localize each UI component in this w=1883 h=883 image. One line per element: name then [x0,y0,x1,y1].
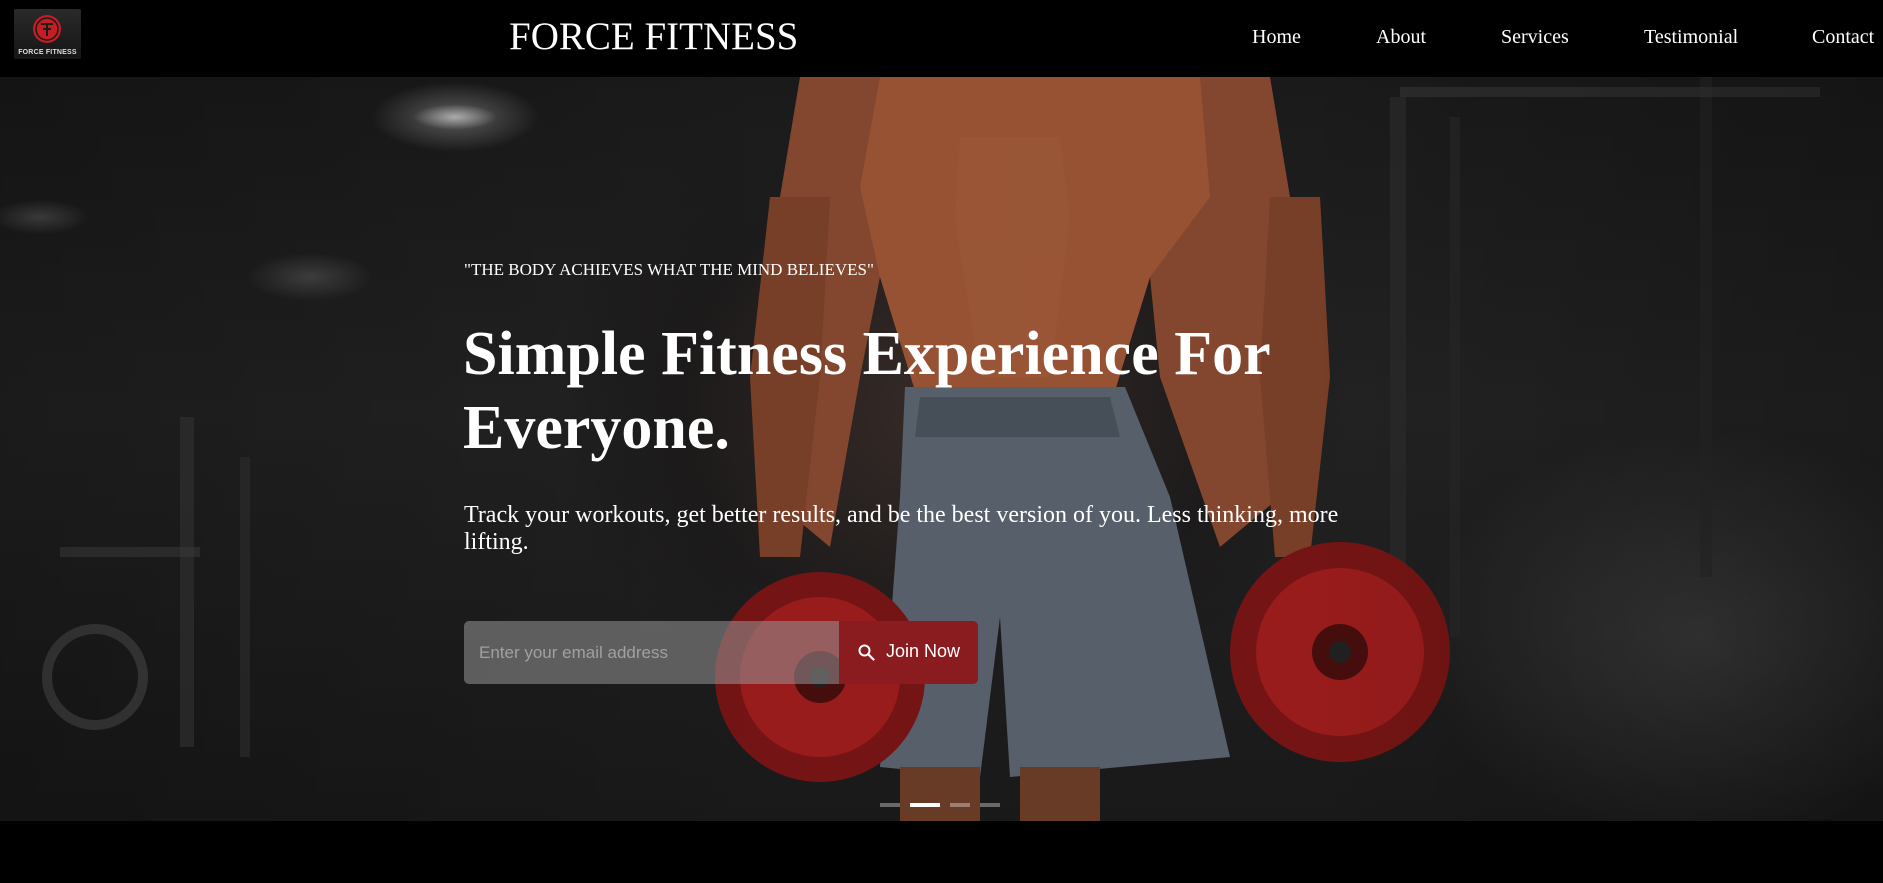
navbar: FORCE FITNESS FORCE FITNESS Home About S… [0,0,1883,77]
join-now-label: Join Now [886,641,961,661]
nav-contact[interactable]: Contact [1812,26,1874,49]
join-now-button[interactable]: Join Now [839,621,978,684]
carousel-indicator-1[interactable] [880,803,900,807]
main-nav: Home About Services Testimonial Contact [0,26,1883,50]
hero-quote: "THE BODY ACHIEVES WHAT THE MIND BELIEVE… [464,260,874,279]
logo-text: FORCE FITNESS [18,49,77,56]
carousel-indicator-2[interactable] [910,803,940,807]
nav-services[interactable]: Services [1501,26,1569,49]
page-bottom-strip [0,821,1883,883]
email-input[interactable] [464,621,839,684]
hero-subtext: Track your workouts, get better results,… [464,502,1339,555]
carousel-indicator-4[interactable] [980,803,1000,807]
nav-about[interactable]: About [1376,26,1426,49]
carousel-indicator-3[interactable] [950,803,970,807]
carousel-indicators [880,803,1000,809]
search-icon [858,644,875,661]
nav-testimonial[interactable]: Testimonial [1644,26,1738,49]
hero-headline: Simple Fitness Experience For Everyone. [463,320,1270,462]
signup-form: Join Now [464,621,978,684]
hero-section: "THE BODY ACHIEVES WHAT THE MIND BELIEVE… [0,77,1883,821]
nav-home[interactable]: Home [1252,26,1301,49]
